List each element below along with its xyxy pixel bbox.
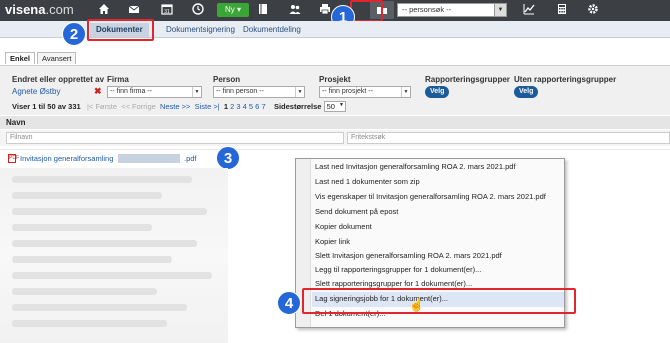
fulltext-filter-input[interactable]: Fritekstsøk: [347, 132, 670, 144]
page-5[interactable]: 5: [249, 102, 253, 111]
clock-icon[interactable]: [191, 3, 205, 17]
chevron-down-icon: ▼: [401, 87, 410, 97]
table-filter-row: Filnavn Fritekstsøk: [0, 130, 670, 146]
next-page-link[interactable]: Neste >>: [160, 102, 190, 111]
page-6[interactable]: 6: [255, 102, 259, 111]
calendar-icon[interactable]: 31: [160, 3, 174, 17]
page-4[interactable]: 4: [243, 102, 247, 111]
home-icon[interactable]: [97, 3, 111, 17]
notebook-icon[interactable]: [256, 3, 270, 17]
row-divider: [0, 149, 670, 150]
uten-rapporteringsgrupper-label: Uten rapporteringsgrupper: [514, 75, 617, 84]
person-search-value: -- personsøk --: [402, 5, 452, 14]
firma-label: Firma: [107, 75, 129, 84]
pdf-icon: PDF: [8, 154, 19, 163]
redacted-row: [12, 224, 152, 231]
clear-changed-by-icon[interactable]: ✖: [94, 86, 102, 97]
page-2[interactable]: 2: [230, 102, 234, 111]
tab-dokumentdeling[interactable]: Dokumentdeling: [237, 23, 307, 37]
result-summary: Viser 1 til 50 av 331: [12, 102, 81, 111]
redacted-row: [12, 288, 157, 295]
logo-suffix: .com: [45, 2, 74, 17]
search-mode-tabs: Enkel Avansert: [5, 52, 78, 64]
chevron-down-icon: ▼: [338, 102, 344, 108]
menu-item-delete[interactable]: Slett Invitasjon generalforsamling ROA 2…: [312, 249, 564, 264]
step-badge-3: 3: [216, 146, 240, 170]
dokumenter-tab-highlight-box: [87, 19, 154, 41]
filename-filter-input[interactable]: Filnavn: [6, 132, 344, 144]
redacted-row: [12, 176, 192, 183]
firma-select-value: -- finn firma --: [110, 88, 152, 95]
redacted-text: [118, 154, 180, 163]
changed-by-value[interactable]: Agnete Østby: [12, 87, 60, 96]
signing-job-highlight-box: [302, 288, 576, 314]
menu-item-copy-link[interactable]: Kopier link: [312, 235, 564, 250]
page-3[interactable]: 3: [236, 102, 240, 111]
person-search-select[interactable]: -- personsøk -- ▼: [397, 3, 507, 17]
chevron-down-icon: ▼: [494, 4, 506, 16]
redacted-row: [12, 320, 167, 327]
page-size-label: Sidestørrelse: [273, 102, 322, 111]
page-size-select[interactable]: 50 ▼: [323, 101, 346, 112]
menu-item-download-zip[interactable]: Last ned 1 dokumenter som zip: [312, 175, 564, 190]
menu-item-send-email[interactable]: Send dokument på epost: [312, 205, 564, 220]
menu-item-copy-document[interactable]: Kopier dokument: [312, 220, 564, 235]
prosjekt-select-value: -- finn prosjekt --: [322, 88, 373, 95]
document-extension: .pdf: [184, 154, 197, 163]
page-size-value: 50: [326, 102, 335, 111]
redacted-row: [12, 240, 197, 247]
step-badge-4: 4: [277, 291, 301, 315]
redacted-row: [12, 192, 162, 199]
person-select[interactable]: -- finn person -- ▼: [213, 86, 305, 98]
calculator-icon[interactable]: [555, 3, 569, 17]
first-page-link: |< Første: [86, 102, 118, 111]
menu-item-properties[interactable]: Vis egenskaper til Invitasjon generalfor…: [312, 190, 564, 205]
chevron-down-icon: ▼: [295, 87, 304, 97]
hand-cursor-icon: ☝: [409, 298, 424, 312]
users-icon[interactable]: [288, 3, 302, 17]
rapporteringsgrupper-velg-button[interactable]: Velg: [425, 86, 450, 98]
page-1[interactable]: 1: [224, 102, 228, 111]
person-label: Person: [213, 75, 241, 84]
prosjekt-select[interactable]: -- finn prosjekt -- ▼: [319, 86, 411, 98]
chevron-down-icon: ▼: [192, 87, 201, 97]
folder-highlight-box: [350, 0, 383, 22]
redacted-row: [12, 304, 187, 311]
person-select-value: -- finn person --: [216, 88, 264, 95]
uten-rapporteringsgrupper-velg-button[interactable]: Velg: [514, 86, 539, 98]
menu-item-download[interactable]: Last ned Invitasjon generalforsamling RO…: [312, 160, 564, 175]
rapporteringsgrupper-label: Rapporteringsgrupper: [425, 75, 510, 84]
firma-select[interactable]: -- finn firma -- ▼: [107, 86, 202, 98]
svg-text:31: 31: [164, 9, 170, 15]
print-icon[interactable]: [318, 3, 332, 17]
tab-enkel[interactable]: Enkel: [5, 52, 36, 64]
redacted-row: [12, 272, 212, 279]
chart-icon[interactable]: [522, 3, 536, 17]
pagination-bar: Viser 1 til 50 av 331 |< Første << Forri…: [12, 101, 346, 112]
prev-page-link: << Forrige: [121, 102, 156, 111]
page-7[interactable]: 7: [261, 102, 265, 111]
new-button[interactable]: Ny ▾: [217, 3, 249, 17]
document-name-link[interactable]: Invitasjon generalforsamling: [20, 152, 113, 165]
changed-by-label: Endret eller opprettet av: [12, 75, 105, 84]
tab-avansert[interactable]: Avansert: [37, 52, 77, 64]
step-badge-2: 2: [62, 22, 86, 46]
redacted-row: [12, 256, 172, 263]
gear-icon[interactable]: [586, 3, 600, 17]
tab-dokumentsignering[interactable]: Dokumentsignering: [160, 23, 241, 37]
redacted-document-list: [0, 168, 228, 343]
table-header-navn[interactable]: Navn: [0, 116, 670, 129]
redacted-row: [12, 208, 207, 215]
visena-logo[interactable]: visena.com: [5, 2, 74, 17]
logo-text: visena: [5, 2, 46, 17]
menu-item-add-reporting-groups[interactable]: Legg til rapporteringsgrupper for 1 doku…: [312, 263, 564, 278]
prosjekt-label: Prosjekt: [319, 75, 351, 84]
last-page-link[interactable]: Siste >|: [195, 102, 220, 111]
mail-icon[interactable]: [127, 3, 141, 17]
